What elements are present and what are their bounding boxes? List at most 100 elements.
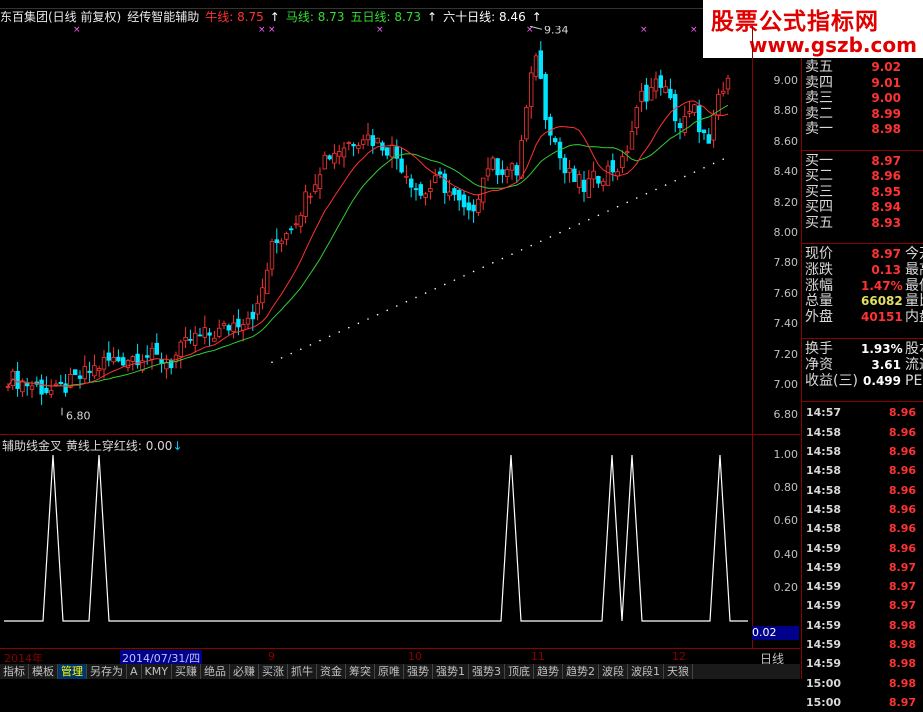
candle-body	[49, 389, 54, 395]
support-dot	[597, 214, 600, 217]
tick-price: 8.97	[888, 695, 916, 709]
tick-row: 14:58 8.96	[804, 501, 923, 519]
indicator-tab[interactable]: 波段1	[628, 664, 664, 679]
tick-price: 8.96	[888, 445, 916, 458]
candle-body	[125, 360, 131, 368]
candlestick-chart[interactable]: 9.346.80× × × × × × ×	[0, 26, 752, 434]
candle-body	[255, 302, 260, 315]
candle-body	[73, 369, 78, 376]
signal-chart[interactable]	[0, 434, 752, 648]
support-dot	[636, 197, 638, 199]
tick-price: 8.96	[888, 406, 916, 420]
indicator-tab[interactable]: 指标	[0, 664, 29, 679]
tick-price: 8.97	[888, 560, 916, 574]
price-tick: 6.80	[773, 408, 799, 422]
candle-body	[610, 160, 615, 173]
tick-price: 8.96	[888, 464, 916, 478]
candle-body	[44, 387, 49, 394]
indicator-tab[interactable]: 强势	[404, 664, 433, 679]
indicator-tab[interactable]: 筹突	[346, 664, 375, 679]
indicator-tab[interactable]: 模板	[29, 664, 58, 679]
indicator-tab[interactable]: 波段	[599, 664, 628, 679]
candle-body	[658, 75, 663, 88]
support-dot	[559, 231, 561, 234]
support-dot	[444, 283, 446, 286]
support-dot	[616, 205, 619, 208]
support-dot	[712, 162, 715, 165]
price-tick: 8.60	[773, 134, 799, 148]
stock-name[interactable]: 东百集团(日线 前复权)	[0, 10, 121, 24]
indicator-tab[interactable]: 必赚	[230, 664, 259, 679]
indicator-tab[interactable]: 趋势2	[563, 664, 599, 679]
indicator-tab[interactable]: 天狼	[664, 664, 693, 679]
candle-body	[269, 240, 275, 270]
candle-body	[442, 173, 447, 194]
fin-stat-value: 0.499	[863, 373, 901, 388]
sub-title[interactable]: 辅助线金叉	[2, 439, 62, 453]
support-dot	[300, 348, 302, 351]
candle-body	[543, 74, 548, 121]
indicator-name[interactable]: 经传智能辅助	[127, 10, 199, 24]
candle-body	[529, 72, 534, 108]
tick-time: 14:58	[806, 502, 842, 516]
indicator-tab[interactable]: 资金	[317, 664, 346, 679]
month-label: 9	[268, 650, 275, 663]
support-dot	[328, 335, 331, 338]
tick-price: 8.98	[888, 657, 916, 671]
candle-body	[514, 165, 519, 176]
sell-order-label: 卖一	[805, 121, 833, 137]
support-dot	[684, 175, 686, 178]
support-dot	[530, 244, 532, 247]
quote-stat-value: 40151	[861, 310, 903, 325]
price-tick: 7.60	[773, 286, 799, 300]
candle-body	[106, 352, 111, 361]
tick-time: 14:58	[806, 464, 842, 478]
indicator-tab[interactable]: 顶底	[505, 664, 534, 679]
tick-price: 8.96	[888, 502, 916, 516]
candle-body	[216, 327, 222, 337]
indicator-tab[interactable]: 买赚	[172, 664, 201, 679]
candle-body	[677, 123, 683, 129]
indicator-tab[interactable]: KMY	[142, 664, 172, 679]
candle-body	[456, 189, 462, 201]
candle-body	[423, 193, 428, 198]
candle-body	[404, 175, 409, 178]
buy-order: 买五 8.93	[804, 214, 923, 233]
indicator-tab[interactable]: 管理	[58, 664, 87, 679]
candle-body	[5, 386, 11, 388]
support-dot	[607, 210, 609, 212]
tick-row: 14:59 8.97	[804, 597, 923, 615]
sell-order-value: 8.98	[871, 122, 901, 136]
indicator-tab[interactable]: 强势1	[433, 664, 469, 679]
candle-body	[428, 188, 433, 192]
support-dot	[703, 167, 705, 169]
indicator-tab[interactable]: 抓牛	[288, 664, 317, 679]
fin-stat-label: 收益(三)	[805, 372, 858, 389]
candle-body	[346, 142, 351, 145]
indicator-tab[interactable]: 原唯	[375, 664, 404, 679]
candle-body	[591, 170, 596, 180]
candle-body	[260, 287, 265, 304]
indicator-tab[interactable]: 另存为	[87, 664, 127, 679]
tick-row: 14:57 8.96	[804, 404, 923, 422]
indicator-tab[interactable]: A	[127, 664, 142, 679]
candle-body	[207, 332, 212, 336]
indicator-tab[interactable]: 强势3	[469, 664, 505, 679]
indicator-tab[interactable]: 绝品	[201, 664, 230, 679]
candle-body	[577, 174, 582, 188]
candle-body	[375, 137, 380, 144]
sub-line-value: 0.00	[145, 439, 173, 453]
candle-body	[245, 317, 251, 325]
candle-body	[692, 104, 697, 114]
candle-body	[317, 174, 323, 189]
candle-body	[58, 381, 63, 385]
support-dot	[280, 357, 283, 359]
month-label: 12	[672, 650, 686, 663]
indicator-tab[interactable]: 趋势	[534, 664, 563, 679]
indicator-tab[interactable]: 买涨	[259, 664, 288, 679]
tick-row: 14:59 8.98	[804, 617, 923, 635]
support-dot	[588, 218, 590, 221]
panel-divider	[802, 243, 923, 244]
panel-divider	[802, 338, 923, 339]
tick-time: 14:58	[806, 522, 842, 536]
